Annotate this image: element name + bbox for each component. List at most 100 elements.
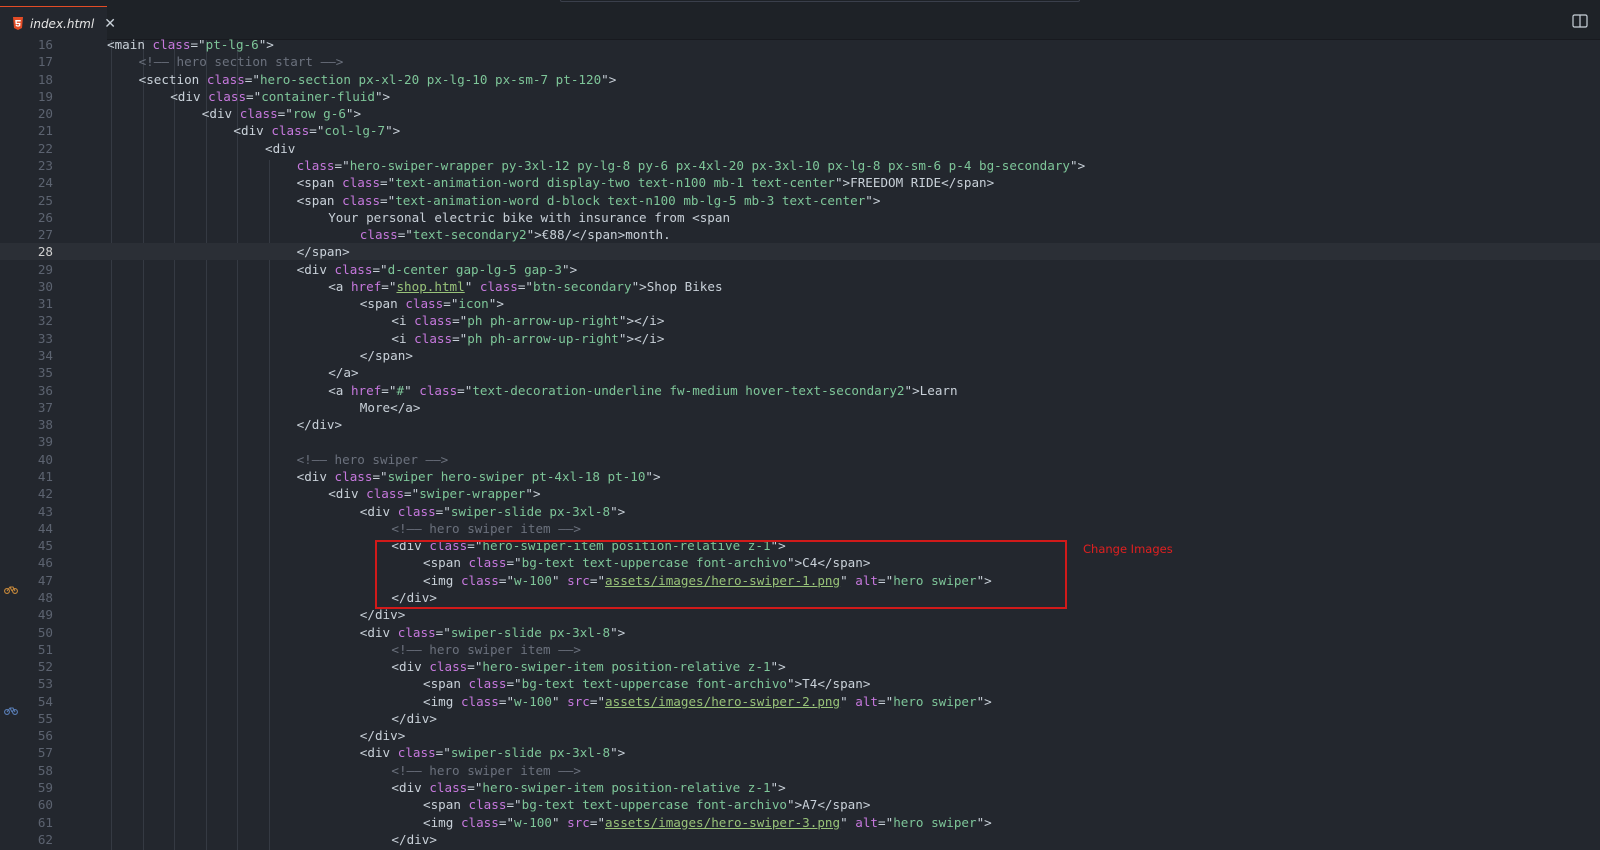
code-line[interactable]: 29 <div class="d-center gap-lg-5 gap-3"> [0,261,1600,278]
line-number: 22 [37,140,53,156]
code-line[interactable]: 43 <div class="swiper-slide px-3xl-8"> [0,503,1600,520]
code-line[interactable]: 62 </div> [0,831,1600,848]
code-line[interactable]: 33 <i class="ph ph-arrow-up-right"></i> [0,330,1600,347]
code-line[interactable]: 24 <span class="text-animation-word displ… [0,174,1600,191]
code-token: > [862,676,871,692]
code-token: =" [380,192,396,208]
code-line[interactable]: 55 </div> [0,710,1600,727]
code-token: =" [435,503,451,519]
split-editor-icon[interactable] [1572,13,1588,28]
code-token[interactable]: assets/images/hero-swiper-2.png [605,694,840,709]
code-line[interactable]: 40 <!—— hero swiper ——> [0,451,1600,468]
code-token: i [649,313,657,329]
code-token: <!—— hero section start ——> [138,54,344,70]
code-token: < [170,88,178,104]
code-token: ph ph-arrow-up-right [467,313,619,329]
code-line[interactable]: 18 <section class="hero-section px-xl-20 … [0,71,1600,88]
close-icon[interactable]: ✕ [104,16,116,32]
code-line[interactable]: 35 </a> [0,364,1600,381]
editor-tab-index-html[interactable]: index.html ✕ [0,6,116,40]
code-token: col-lg-7 [324,123,386,139]
code-text: </div> [391,831,437,848]
code-line[interactable]: 25 <span class="text-animation-word d-blo… [0,192,1600,209]
code-line[interactable]: 36 <a href="#" class="text-decoration-und… [0,382,1600,399]
command-center-edge[interactable] [560,0,1080,2]
code-token: div [367,624,398,640]
annotation-highlight-box [375,540,1067,609]
code-editor[interactable]: 16 <main class="pt-lg-6"> 17 <!—— hero sect… [0,37,1600,850]
line-number: 38 [37,417,53,433]
code-line[interactable]: 53 <span class="bg-text text-uppercase fo… [0,675,1600,692]
code-token: =" [334,157,350,173]
code-line[interactable]: 54 <img class="w-100" src="assets/images/… [0,693,1600,710]
code-token: =" [435,624,451,640]
line-number: 30 [37,278,53,294]
code-token[interactable]: assets/images/hero-swiper-3.png [605,815,840,830]
code-line[interactable]: 17 <!—— hero section start ——> [0,53,1600,70]
code-token[interactable]: shop.html [396,279,464,294]
line-number: 41 [37,469,53,484]
code-line[interactable]: 28 </span> [0,243,1600,261]
code-token: class [366,486,405,502]
code-token: span [956,175,987,191]
code-text: <div class="d-center gap-lg-5 gap-3"> [297,261,578,278]
code-line[interactable]: 22 <div [0,140,1600,157]
code-line[interactable]: 52 <div class="hero-swiper-item position-… [0,658,1600,675]
line-number: 32 [37,313,53,329]
tab-filename: index.html [30,16,95,31]
line-number: 50 [37,624,53,640]
code-line[interactable]: 39 [0,433,1600,450]
code-token: class [419,382,458,398]
code-text: </span> [360,347,413,364]
code-line[interactable]: 26 Your personal electric bike with insur… [0,209,1600,226]
code-line[interactable]: 61 <img class="w-100" src="assets/images/… [0,814,1600,831]
code-token: ">€88/</ [526,227,588,243]
code-line[interactable]: 56 </div> [0,727,1600,744]
code-line[interactable]: 16 <main class="pt-lg-6"> [0,36,1600,53]
code-token: > [350,365,359,381]
code-token: =" [589,693,606,709]
code-text: <img class="w-100" src="assets/images/he… [423,693,992,710]
code-token: < [391,330,399,346]
code-line[interactable]: 31 <span class="icon"> [0,295,1600,312]
code-token: div [304,261,335,277]
code-line[interactable]: 57 <div class="swiper-slide px-3xl-8"> [0,744,1600,761]
code-line[interactable]: 41 <div class="swiper hero-swiper pt-4xl-… [0,468,1600,485]
code-token: =" [309,123,325,139]
line-number: 17 [37,54,53,70]
code-token: class [405,296,444,312]
code-line[interactable]: 32 <i class="ph ph-arrow-up-right"></i> [0,312,1600,329]
code-token: =" [498,814,515,830]
code-line[interactable]: 37 More</a> [0,399,1600,416]
code-token: span [430,676,469,692]
code-line[interactable]: 34 </span> [0,347,1600,364]
code-line[interactable]: 38 </div> [0,416,1600,433]
code-token: swiper-slide px-3xl-8 [450,624,611,640]
code-line[interactable]: 50 <div class="swiper-slide px-3xl-8"> [0,624,1600,641]
code-token: span [832,676,863,692]
line-number: 34 [37,348,53,364]
code-line[interactable]: 60 <span class="bg-text text-uppercase fo… [0,796,1600,813]
code-line[interactable]: 44 <!—— hero swiper item ——> [0,520,1600,537]
code-line[interactable]: 58 <!—— hero swiper item ——> [0,762,1600,779]
code-line[interactable]: 51 <!—— hero swiper item ——> [0,641,1600,658]
code-line[interactable]: 30 <a href="shop.html" class="btn-seconda… [0,278,1600,295]
code-token: < [233,123,241,139]
code-line[interactable]: 27 class="text-secondary2">€88/</span>mon… [0,226,1600,243]
code-token: alt [855,693,879,709]
code-token: "> [645,469,661,484]
code-token: a [335,278,351,294]
code-line[interactable]: 23 class="hero-swiper-wrapper py-3xl-12 p… [0,157,1600,174]
code-line[interactable]: 59 <div class="hero-swiper-item position-… [0,779,1600,796]
code-line[interactable]: 19 <div class="container-fluid"> [0,88,1600,105]
code-token: =" [246,88,262,104]
code-token: =" [190,37,206,52]
code-line[interactable]: 20 <div class="row g-6"> [0,105,1600,122]
line-number: 31 [37,296,53,312]
code-token: Your personal electric bike with insuran… [328,209,700,225]
code-token: < [423,797,431,813]
code-line[interactable]: 21 <div class="col-lg-7"> [0,122,1600,139]
code-text: <!—— hero swiper item ——> [391,520,581,537]
code-line[interactable]: 42 <div class="swiper-wrapper"> [0,485,1600,502]
code-token: container-fluid [261,88,375,104]
